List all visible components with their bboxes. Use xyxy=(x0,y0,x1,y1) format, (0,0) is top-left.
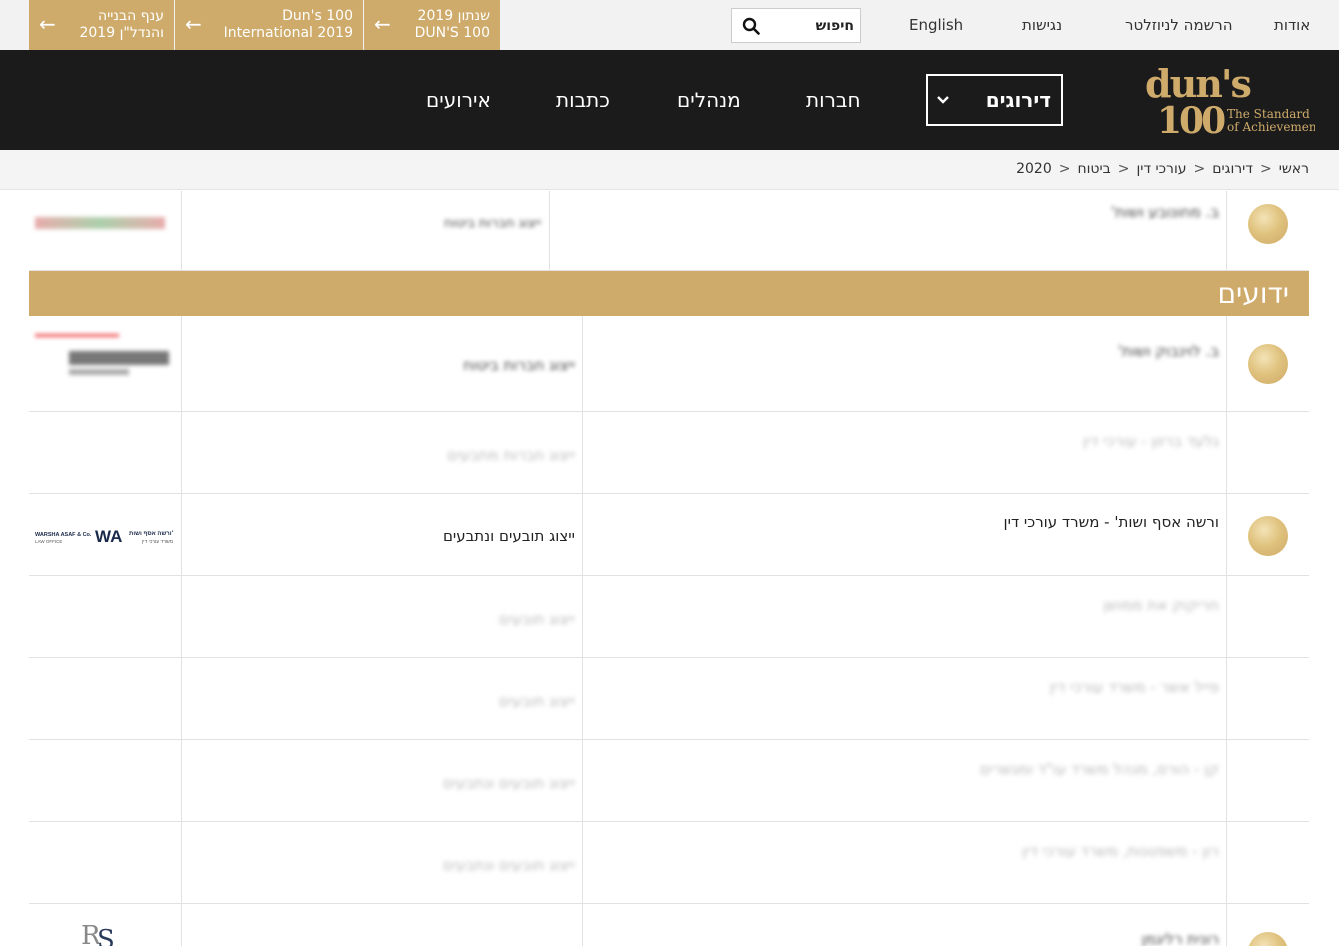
svg-text:LAW OFFICE: LAW OFFICE xyxy=(35,539,62,544)
breadcrumb-insurance[interactable]: ביטוח xyxy=(1077,161,1110,177)
arrow-left-icon: ← xyxy=(39,12,56,36)
promo-line: שנתון 2019 xyxy=(417,8,490,24)
accessibility-link[interactable]: נגישות xyxy=(1022,16,1062,34)
newsletter-signup-link[interactable]: הרשמה לניוזלטר xyxy=(1125,16,1233,34)
category-blurred: ייצוג תובעים xyxy=(499,692,575,710)
promo-text: Dun's 100 International 2019 xyxy=(224,8,353,42)
table-row[interactable]: ב. לוינבוק ושות' ייצוג חברות ביטוח xyxy=(29,316,1309,412)
svg-text:S: S xyxy=(97,925,115,946)
table-row[interactable]: רון - משפטנות, משרד עורכי דין ייצוג תובע… xyxy=(29,822,1309,904)
breadcrumb-separator: < xyxy=(1117,161,1130,177)
company-name-blurred: קן - הורס, מנהל משרד עו"ד ומגשרים xyxy=(979,760,1219,778)
category-blurred: ייצוג חברות ביטוח xyxy=(463,356,575,374)
search-box xyxy=(731,8,861,43)
promo-line: Dun's 100 xyxy=(282,8,353,24)
english-link[interactable]: English xyxy=(909,16,963,34)
svg-text:WA: WA xyxy=(95,527,122,546)
nav-events[interactable]: אירועים xyxy=(426,88,491,112)
svg-text:משרד עורכי דין: משרד עורכי דין xyxy=(142,539,174,545)
category: ייצוג תובעים ונתבעים xyxy=(442,527,575,545)
company-logo-rs: R S xyxy=(81,921,115,946)
company-name-blurred: רון - משפטנות, משרד עורכי דין xyxy=(1022,842,1219,860)
arrow-left-icon: ← xyxy=(374,12,391,36)
nav-companies[interactable]: חברות xyxy=(806,88,861,112)
category-blurred: ייצוג תובעים ונתבעים xyxy=(442,856,575,874)
promo-international-2019[interactable]: ← Dun's 100 International 2019 xyxy=(175,0,363,50)
promo-yearbook-2019[interactable]: ← שנתון 2019 DUN'S 100 xyxy=(364,0,500,50)
search-icon[interactable] xyxy=(742,17,760,35)
breadcrumb-separator: < xyxy=(1058,161,1071,177)
company-name[interactable]: ורשה אסף ושות' - משרד עורכי דין xyxy=(1004,513,1219,531)
promo-text: שנתון 2019 DUN'S 100 xyxy=(415,8,490,42)
breadcrumb: ראשי < דירוגים < עורכי דין < ביטוח <2020 xyxy=(1016,161,1309,177)
category-blurred: ייצוג חברות ביטוח xyxy=(443,216,541,231)
promo-line: ענף הבנייה xyxy=(97,8,164,24)
about-link[interactable]: אודות xyxy=(1274,16,1310,34)
company-logo-blurred xyxy=(35,332,173,396)
category-blurred: ייצוג חברות מתבעים xyxy=(447,446,575,464)
table-row[interactable]: גלעד ברזון - עורכי דין ייצוג חברות מתבעי… xyxy=(29,412,1309,494)
breadcrumb-rankings[interactable]: דירוגים xyxy=(1212,161,1253,177)
nav-articles[interactable]: כתבות xyxy=(556,88,610,112)
company-name-blurred: ב. מחונובע ושות' xyxy=(1111,203,1219,221)
search-input[interactable] xyxy=(768,14,854,38)
breadcrumb-separator: < xyxy=(1259,161,1272,177)
section-title: ידועים xyxy=(1217,277,1289,310)
duns100-logo[interactable]: dun's 100 The Standard of Achievement xyxy=(1145,65,1315,137)
table-row[interactable]: רונית רליגמן R S xyxy=(29,904,1309,946)
logo-tagline-1: The Standard xyxy=(1227,107,1310,121)
company-name-blurred: חריקוק את ממושן xyxy=(1103,596,1219,614)
promo-line: והנדל"ן 2019 xyxy=(79,25,164,41)
warsha-asaf-logo: WARSHA ASAF & Co. LAW OFFICE WA ורשה אסף… xyxy=(35,527,174,546)
company-logo-blurred xyxy=(35,211,171,237)
breadcrumb-lawyers[interactable]: עורכי דין xyxy=(1136,161,1186,177)
table-row[interactable]: ורשה אסף ושות' - משרד עורכי דין ייצוג תו… xyxy=(29,494,1309,576)
nav-rankings-label: דירוגים xyxy=(985,88,1051,112)
gold-medal-icon xyxy=(1248,932,1288,946)
promo-line: International 2019 xyxy=(223,25,353,41)
promo-text: ענף הבנייה והנדל"ן 2019 xyxy=(79,8,164,42)
svg-text:WARSHA ASAF & Co.: WARSHA ASAF & Co. xyxy=(35,532,92,538)
logo-tagline-2: of Achievement xyxy=(1227,120,1315,134)
section-header-known: ידועים xyxy=(29,271,1309,316)
gold-medal-icon xyxy=(1248,344,1288,384)
company-name-blurred: גלעד ברזון - עורכי דין xyxy=(1082,432,1219,450)
table-row[interactable]: פייל אשר - משרד עורכי דין ייצוג תובעים xyxy=(29,658,1309,740)
main-navigation: אירועים כתבות מנהלים חברות דירוגים dun's… xyxy=(0,50,1339,150)
arrow-left-icon: ← xyxy=(185,12,202,36)
breadcrumb-home[interactable]: ראשי xyxy=(1279,161,1309,177)
table-row[interactable]: חריקוק את ממושן ייצוג תובעים xyxy=(29,576,1309,658)
svg-text:ורשה אסף ושות': ורשה אסף ושות' xyxy=(129,531,174,537)
category-blurred: ייצוג תובעים ונתבעים xyxy=(442,774,575,792)
nav-rankings-dropdown[interactable]: דירוגים xyxy=(926,74,1063,126)
category-blurred: ייצוג תובעים xyxy=(499,610,575,628)
promo-construction-2019[interactable]: ← ענף הבנייה והנדל"ן 2019 xyxy=(29,0,174,50)
table-row[interactable]: קן - הורס, מנהל משרד עו"ד ומגשרים ייצוג … xyxy=(29,740,1309,822)
gold-medal-icon xyxy=(1248,516,1288,556)
breadcrumb-separator: < xyxy=(1193,161,1206,177)
company-name-blurred: רונית רליגמן xyxy=(1141,930,1219,946)
promo-line: DUN'S 100 xyxy=(414,25,490,41)
chevron-down-icon xyxy=(937,96,949,104)
logo-brand-bottom: 100 xyxy=(1157,100,1225,137)
top-utility-bar: ← ענף הבנייה והנדל"ן 2019 ← Dun's 100 In… xyxy=(0,0,1339,50)
table-row[interactable]: ב. מחונובע ושות' ייצוג חברות ביטוח xyxy=(29,191,1309,271)
gold-medal-icon xyxy=(1248,204,1288,244)
breadcrumb-year: 2020 xyxy=(1016,161,1052,177)
breadcrumb-bar: ראשי < דירוגים < עורכי דין < ביטוח <2020 xyxy=(0,150,1339,190)
company-name-blurred: ב. לוינבוק ושות' xyxy=(1117,342,1219,360)
nav-managers[interactable]: מנהלים xyxy=(677,88,741,112)
company-name-blurred: פייל אשר - משרד עורכי דין xyxy=(1049,678,1219,696)
